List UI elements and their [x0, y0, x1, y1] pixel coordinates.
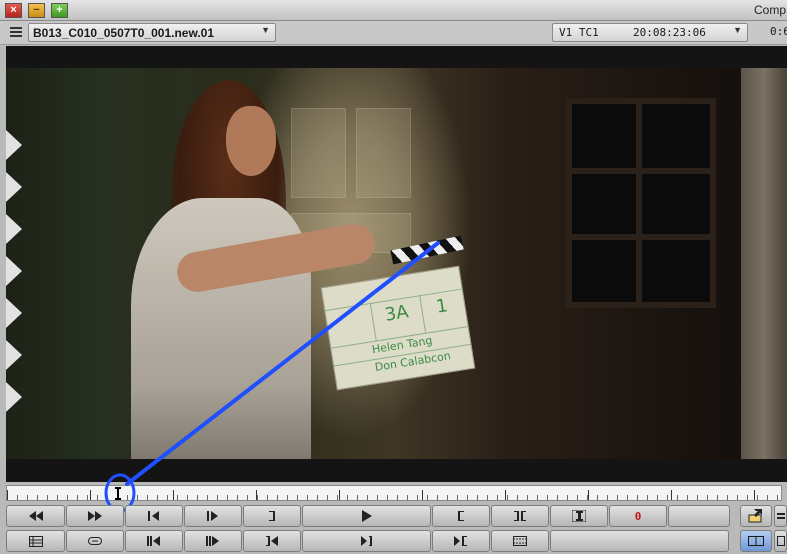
single-monitor-mode-button[interactable]: [774, 530, 787, 552]
record-indicator-label: 0: [634, 509, 642, 523]
fast-forward-button[interactable]: [66, 505, 124, 527]
step-back-icon: [148, 511, 159, 521]
window-close-button[interactable]: ×: [5, 3, 22, 18]
window-pane: [566, 98, 716, 308]
match-frame-button[interactable]: [432, 530, 490, 552]
porch-pillar: [741, 68, 787, 459]
monitor-header: B013_C010_0507T0_001.new.01 ▼ V1 TC1 20:…: [0, 21, 787, 45]
side-menu-button[interactable]: [774, 505, 787, 527]
jog-back-button[interactable]: [125, 530, 183, 552]
title-bar: × − + Comp: [0, 0, 787, 21]
film-strip-icon: [513, 536, 527, 546]
mark-clip-icon: [514, 511, 526, 521]
export-icon: [748, 509, 762, 523]
film-strip-button[interactable]: [491, 530, 549, 552]
play-button[interactable]: [302, 505, 431, 527]
mark-in-button[interactable]: [432, 505, 490, 527]
secondary-timecode: 0:6: [770, 25, 787, 38]
single-monitor-icon: [776, 536, 785, 546]
transport-row-1: 0: [6, 505, 737, 527]
door-panel: [291, 108, 346, 198]
clear-marks-button[interactable]: [550, 505, 608, 527]
window-minimize-button[interactable]: −: [28, 3, 45, 18]
jog-back-icon: [147, 536, 160, 546]
dual-monitor-mode-button[interactable]: [740, 530, 772, 552]
mark-out-icon: [269, 511, 275, 521]
playhead-indicator[interactable]: [115, 487, 121, 500]
clip-name-label: B013_C010_0507T0_001.new.01: [33, 26, 215, 40]
clip-name-menu[interactable]: B013_C010_0507T0_001.new.01 ▼: [28, 23, 276, 42]
blank-button[interactable]: [668, 505, 730, 527]
rewind-icon: [28, 511, 43, 521]
bin-view-button[interactable]: [6, 530, 65, 552]
fast-forward-icon: [88, 511, 102, 521]
step-forward-icon: [207, 511, 218, 521]
export-button[interactable]: [740, 505, 772, 527]
timecode-value: 20:08:23:06: [633, 26, 706, 39]
window-maximize-button[interactable]: +: [51, 3, 68, 18]
jog-forward-button[interactable]: [184, 530, 242, 552]
record-indicator-button[interactable]: 0: [609, 505, 667, 527]
mark-out-button[interactable]: [243, 505, 301, 527]
bin-icon: [28, 535, 43, 547]
link-icon: [88, 537, 102, 545]
link-button[interactable]: [66, 530, 124, 552]
door-panel: [356, 108, 411, 198]
transport-row-2: [6, 530, 737, 552]
dual-monitor-icon: [748, 536, 764, 546]
window-title: Comp: [754, 3, 787, 17]
slate-take: 1: [434, 295, 450, 318]
jog-forward-icon: [206, 536, 219, 546]
video-monitor[interactable]: 3A 1 Helen Tang Don Calabcon: [6, 46, 787, 482]
chevron-down-icon: ▼: [733, 25, 742, 35]
slate-scene: 3A: [383, 301, 410, 326]
menu-lines-icon: [776, 513, 785, 519]
match-frame-icon: [454, 536, 467, 546]
rewind-button[interactable]: [6, 505, 65, 527]
step-back-button[interactable]: [125, 505, 183, 527]
go-to-in-icon: [266, 536, 278, 546]
play-icon: [361, 510, 372, 522]
go-to-out-button[interactable]: [302, 530, 431, 552]
edge-markers: [6, 130, 24, 424]
position-bar[interactable]: [6, 485, 782, 501]
go-to-in-button[interactable]: [243, 530, 301, 552]
hamburger-menu-icon[interactable]: [10, 27, 22, 39]
step-forward-button[interactable]: [184, 505, 242, 527]
timecode-track-label: V1 TC1: [559, 26, 599, 39]
video-frame: 3A 1 Helen Tang Don Calabcon: [6, 68, 787, 459]
clear-marks-icon: [572, 510, 586, 522]
clapperboard-slate: 3A 1 Helen Tang Don Calabcon: [320, 265, 476, 391]
blank-button[interactable]: [550, 530, 729, 552]
mark-in-icon: [458, 511, 464, 521]
go-to-out-icon: [360, 536, 372, 546]
chevron-down-icon: ▼: [261, 25, 270, 35]
timecode-display[interactable]: V1 TC1 20:08:23:06 ▼: [552, 23, 748, 42]
person-face: [226, 106, 276, 176]
mark-clip-button[interactable]: [491, 505, 549, 527]
